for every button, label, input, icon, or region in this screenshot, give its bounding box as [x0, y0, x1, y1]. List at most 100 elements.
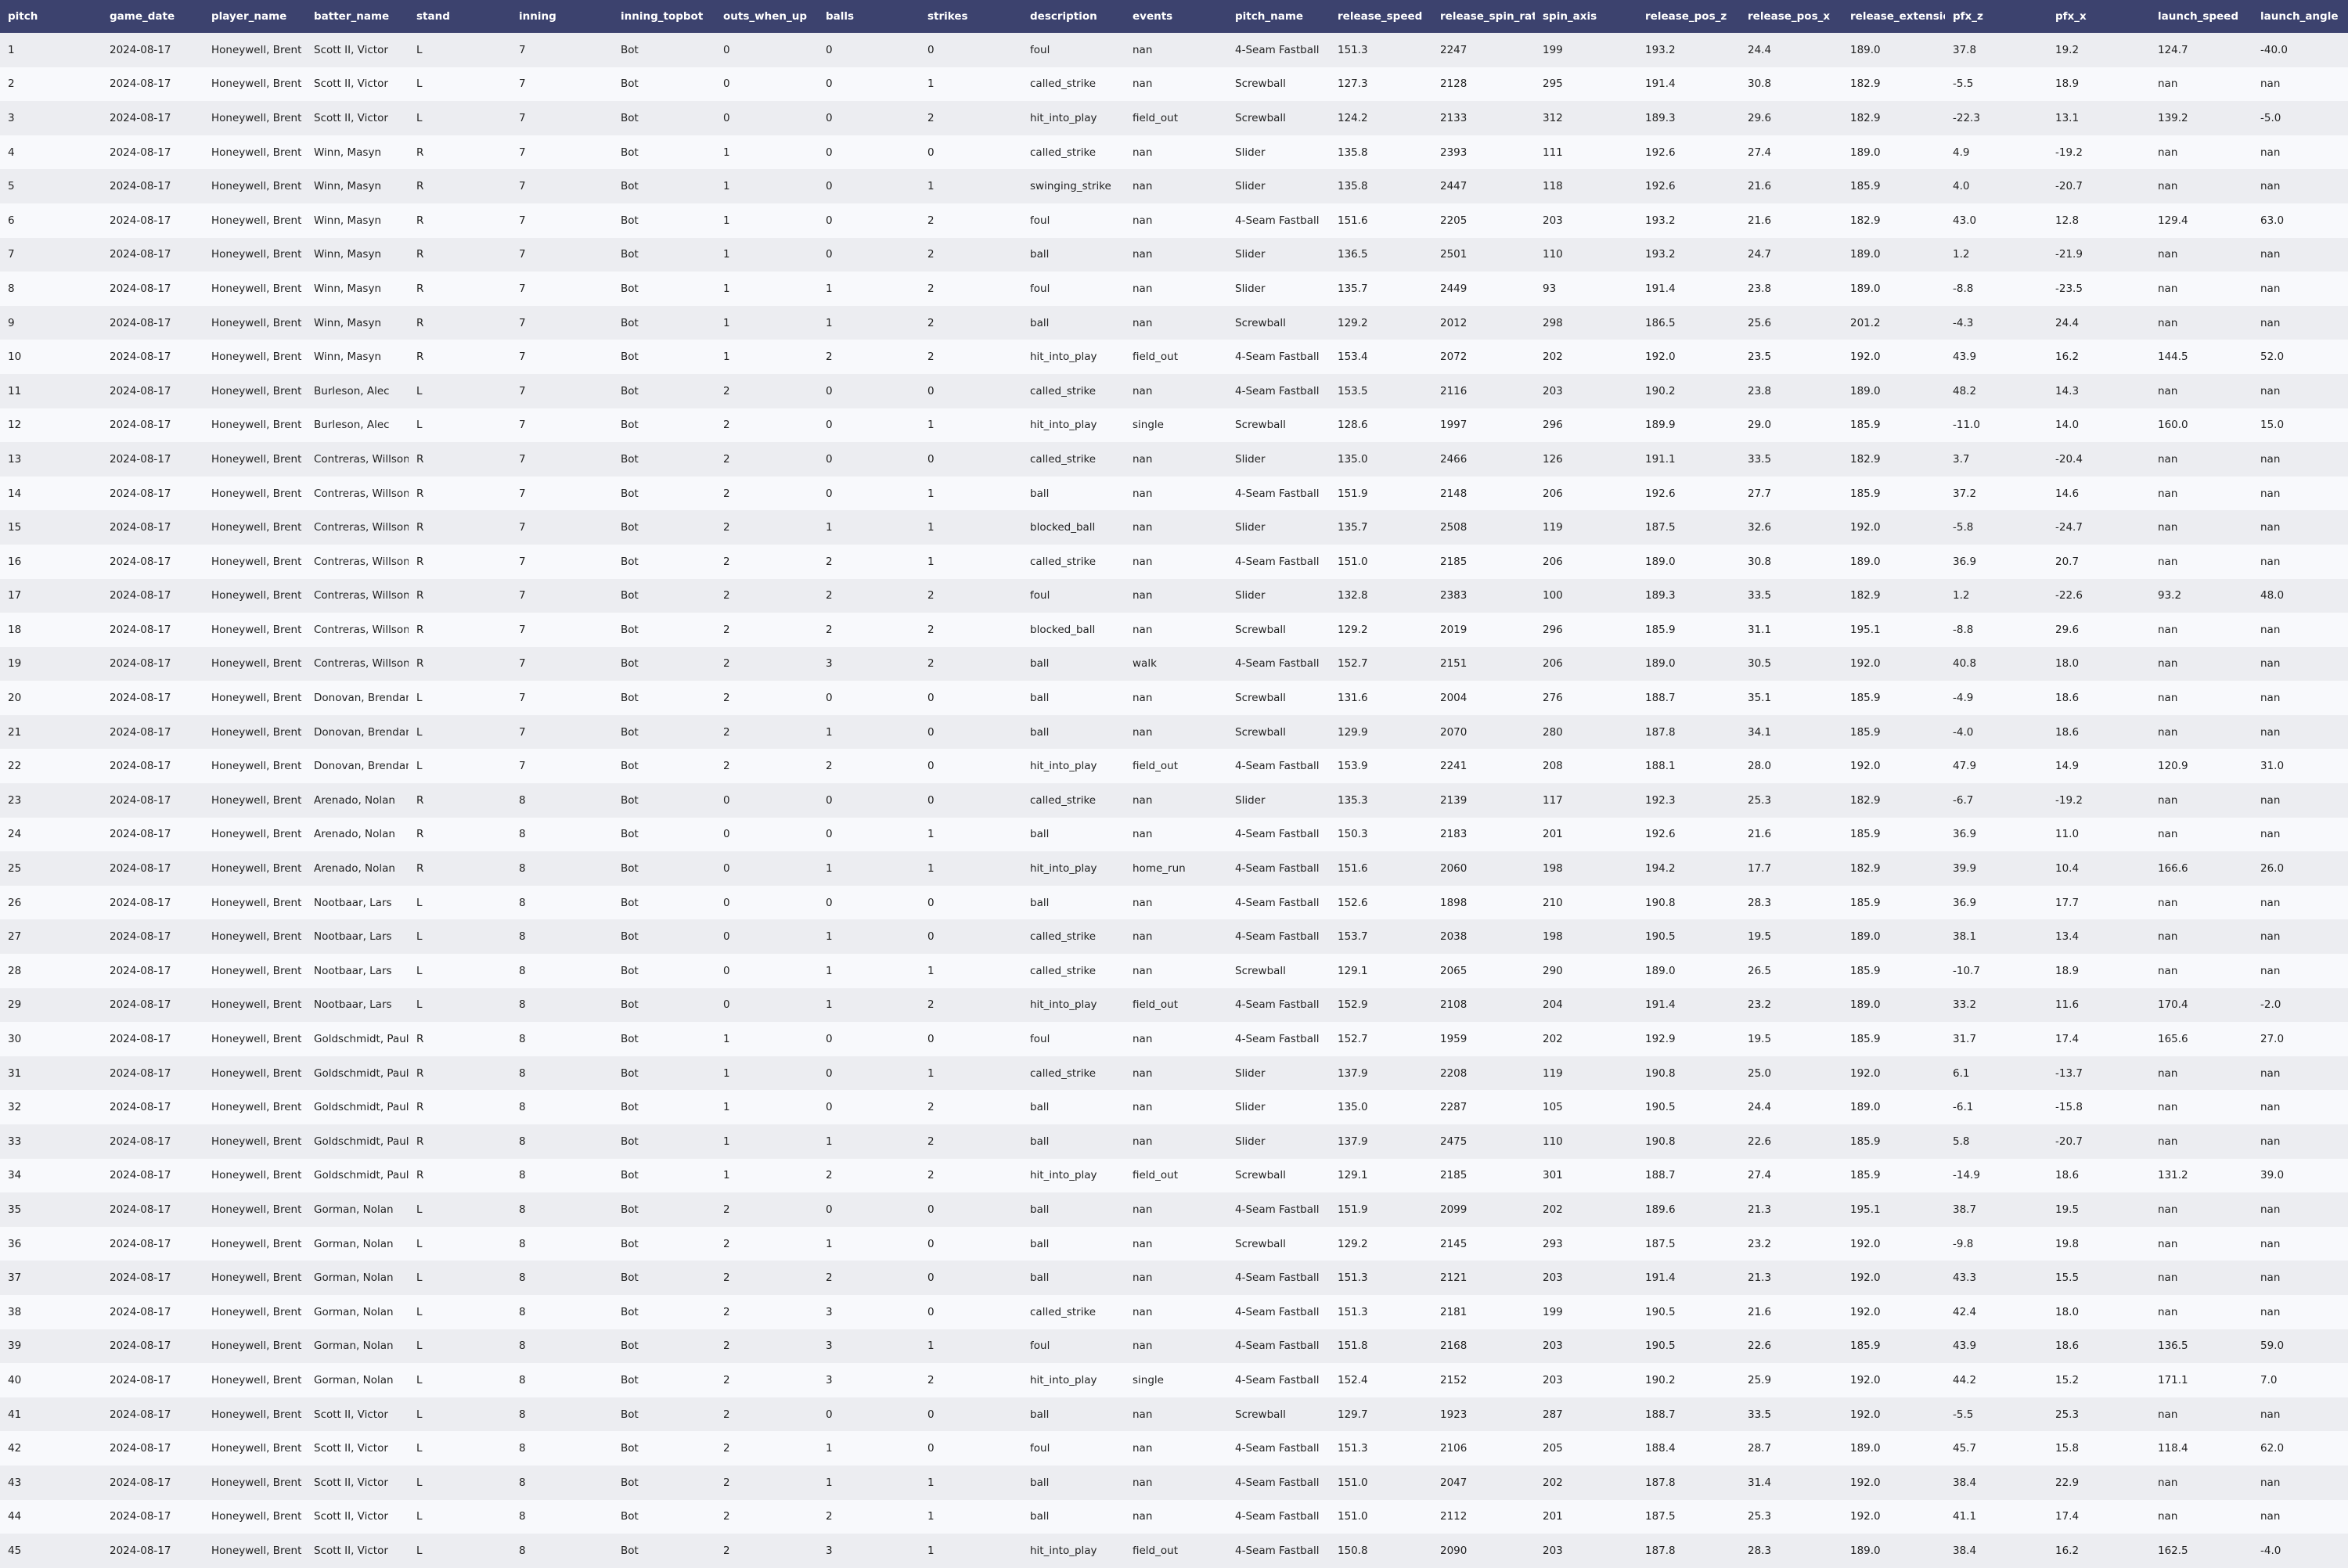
table-row[interactable]: 44 2024-08-17 Honeywell, Brent Scott II, Vi…	[0, 1499, 2348, 1534]
column-header-pitch-name[interactable]: pitch_name	[1227, 0, 1330, 33]
column-header-player-name[interactable]: player_name	[203, 0, 306, 33]
column-header-pfx-z[interactable]: pfx_z	[1945, 0, 2047, 33]
cell-launch-angle: 26.0	[2260, 862, 2285, 876]
column-header-launch-speed[interactable]: launch_speed	[2150, 0, 2253, 33]
table-row[interactable]: 3 2024-08-17 Honeywell, Brent Scott II, Vic…	[0, 101, 2348, 135]
cell-release-spin-rate: 2112	[1440, 1510, 1468, 1523]
cell-launch-speed: nan	[2158, 555, 2178, 568]
column-header-pfx-x[interactable]: pfx_x	[2047, 0, 2150, 33]
table-row[interactable]: 30 2024-08-17 Honeywell, Brent Goldschmidt,…	[0, 1022, 2348, 1056]
cell-launch-speed: nan	[2158, 1510, 2178, 1523]
table-row[interactable]: 41 2024-08-17 Honeywell, Brent Scott II, Vi…	[0, 1397, 2348, 1432]
column-header-release-pos-x[interactable]: release_pos_x	[1740, 0, 1842, 33]
column-header-spin-axis[interactable]: spin_axis	[1535, 0, 1637, 33]
column-header-release-extension[interactable]: release_extension	[1842, 0, 1945, 33]
table-row[interactable]: 11 2024-08-17 Honeywell, Brent Burleson, Al…	[0, 373, 2348, 408]
table-row[interactable]: 45 2024-08-17 Honeywell, Brent Scott II, Vi…	[0, 1534, 2348, 1568]
table-row[interactable]: 24 2024-08-17 Honeywell, Brent Arenado, Nol…	[0, 817, 2348, 852]
cell-inning-topbot: Bot	[621, 351, 639, 364]
table-row[interactable]: 31 2024-08-17 Honeywell, Brent Goldschmidt,…	[0, 1056, 2348, 1091]
table-row[interactable]: 12 2024-08-17 Honeywell, Brent Burleson, Al…	[0, 408, 2348, 443]
table-row[interactable]: 23 2024-08-17 Honeywell, Brent Arenado, Nol…	[0, 783, 2348, 818]
table-row[interactable]: 38 2024-08-17 Honeywell, Brent Gorman, Nola…	[0, 1294, 2348, 1329]
table-row[interactable]: 25 2024-08-17 Honeywell, Brent Arenado, Nol…	[0, 851, 2348, 886]
column-header-stand[interactable]: stand	[409, 0, 511, 33]
table-row[interactable]: 9 2024-08-17 Honeywell, Brent Winn, Masyn R 7…	[0, 305, 2348, 340]
table-row[interactable]: 26 2024-08-17 Honeywell, Brent Nootbaar, La…	[0, 885, 2348, 920]
cell-batter-name: Arenado, Nolan	[314, 862, 395, 876]
cell-spin-axis: 298	[1543, 316, 1563, 329]
cell-inning-topbot: Bot	[621, 1373, 639, 1386]
cell-player-name: Honeywell, Brent	[211, 77, 302, 91]
cell-launch-speed: nan	[2158, 248, 2178, 261]
cell-inning: 7	[519, 351, 526, 364]
column-header-batter-name[interactable]: batter_name	[306, 0, 409, 33]
cell-spin-axis: 296	[1543, 623, 1563, 636]
cell-inning: 7	[519, 589, 526, 602]
table-row[interactable]: 43 2024-08-17 Honeywell, Brent Scott II, Vi…	[0, 1465, 2348, 1500]
column-header-release-speed[interactable]: release_speed	[1330, 0, 1432, 33]
table-row[interactable]: 40 2024-08-17 Honeywell, Brent Gorman, Nola…	[0, 1363, 2348, 1397]
column-header-release-pos-z[interactable]: release_pos_z	[1637, 0, 1740, 33]
table-row[interactable]: 42 2024-08-17 Honeywell, Brent Scott II, Vi…	[0, 1431, 2348, 1466]
table-row[interactable]: 13 2024-08-17 Honeywell, Brent Contreras, W…	[0, 442, 2348, 477]
cell-launch-speed: 144.5	[2158, 351, 2188, 364]
table-row[interactable]: 5 2024-08-17 Honeywell, Brent Winn, Masyn R 7…	[0, 169, 2348, 203]
table-row[interactable]: 39 2024-08-17 Honeywell, Brent Gorman, Nola…	[0, 1329, 2348, 1364]
table-row[interactable]: 8 2024-08-17 Honeywell, Brent Winn, Masyn R 7…	[0, 272, 2348, 306]
table-row[interactable]: 33 2024-08-17 Honeywell, Brent Goldschmidt,…	[0, 1124, 2348, 1159]
table-row[interactable]: 37 2024-08-17 Honeywell, Brent Gorman, Nola…	[0, 1261, 2348, 1295]
column-header-pitch[interactable]: pitch	[0, 0, 102, 33]
cell-pitch-name: 4-Seam Fastball	[1235, 1373, 1320, 1386]
table-row[interactable]: 35 2024-08-17 Honeywell, Brent Gorman, Nola…	[0, 1192, 2348, 1227]
cell-launch-speed: nan	[2158, 657, 2178, 671]
table-row[interactable]: 4 2024-08-17 Honeywell, Brent Winn, Masyn R 7…	[0, 135, 2348, 170]
table-row[interactable]: 28 2024-08-17 Honeywell, Brent Nootbaar, La…	[0, 954, 2348, 988]
table-row[interactable]: 6 2024-08-17 Honeywell, Brent Winn, Masyn R 7…	[0, 203, 2348, 238]
table-row[interactable]: 2 2024-08-17 Honeywell, Brent Scott II, Vic…	[0, 67, 2348, 102]
table-row[interactable]: 16 2024-08-17 Honeywell, Brent Contreras, W…	[0, 544, 2348, 579]
table-row[interactable]: 14 2024-08-17 Honeywell, Brent Contreras, W…	[0, 476, 2348, 511]
table-row[interactable]: 27 2024-08-17 Honeywell, Brent Nootbaar, La…	[0, 919, 2348, 955]
cell-strikes: 2	[927, 623, 935, 636]
table-row[interactable]: 20 2024-08-17 Honeywell, Brent Donovan, Bre…	[0, 681, 2348, 715]
table-row[interactable]: 10 2024-08-17 Honeywell, Brent Winn, Masyn R…	[0, 340, 2348, 374]
table-row[interactable]: 18 2024-08-17 Honeywell, Brent Contreras, W…	[0, 613, 2348, 647]
cell-description: swinging_strike	[1030, 180, 1111, 193]
cell-spin-axis: 202	[1543, 1476, 1563, 1489]
table-row[interactable]: 15 2024-08-17 Honeywell, Brent Contreras, W…	[0, 510, 2348, 545]
cell-release-pos-z: 192.6	[1645, 146, 1676, 159]
table-row[interactable]: 17 2024-08-17 Honeywell, Brent Contreras, W…	[0, 578, 2348, 613]
column-header-release-spin-rate[interactable]: release_spin_rate	[1432, 0, 1535, 33]
table-row[interactable]: 32 2024-08-17 Honeywell, Brent Goldschmidt,…	[0, 1090, 2348, 1124]
column-header-events[interactable]: events	[1125, 0, 1227, 33]
column-header-inning-topbot[interactable]: inning_topbot	[613, 0, 715, 33]
table-row[interactable]: 36 2024-08-17 Honeywell, Brent Gorman, Nola…	[0, 1226, 2348, 1261]
table-row[interactable]: 1 2024-08-17 Honeywell, Brent Scott II, Vic…	[0, 33, 2348, 67]
cell-release-spin-rate: 2148	[1440, 487, 1468, 500]
table-row[interactable]: 34 2024-08-17 Honeywell, Brent Goldschmidt,…	[0, 1158, 2348, 1193]
table-row[interactable]: 19 2024-08-17 Honeywell, Brent Contreras, W…	[0, 646, 2348, 682]
column-header-inning[interactable]: inning	[511, 0, 613, 33]
cell-inning: 8	[519, 1135, 526, 1148]
column-header-outs-when-up[interactable]: outs_when_up	[715, 0, 818, 33]
cell-pitch: 6	[8, 214, 15, 227]
column-header-description[interactable]: description	[1022, 0, 1125, 33]
column-header-balls[interactable]: balls	[818, 0, 920, 33]
cell-release-pos-z: 190.8	[1645, 896, 1676, 909]
table-row[interactable]: 29 2024-08-17 Honeywell, Brent Nootbaar, La…	[0, 987, 2348, 1023]
column-header-strikes[interactable]: strikes	[920, 0, 1022, 33]
cell-release-extension: 192.0	[1850, 1066, 1881, 1080]
cell-spin-axis: 290	[1543, 964, 1563, 977]
column-header-game-date[interactable]: game_date	[102, 0, 203, 33]
cell-release-speed: 135.0	[1338, 452, 1368, 466]
cell-release-pos-z: 187.5	[1645, 1237, 1676, 1250]
cell-pitch-name: 4-Seam Fastball	[1235, 1305, 1320, 1318]
column-header-launch-angle[interactable]: launch_angle	[2253, 0, 2348, 33]
cell-pfx-x: 18.0	[2055, 657, 2080, 671]
table-row[interactable]: 22 2024-08-17 Honeywell, Brent Donovan, Bre…	[0, 749, 2348, 784]
cell-events: nan	[1133, 623, 1153, 636]
cell-description: blocked_ball	[1030, 521, 1096, 534]
table-row[interactable]: 21 2024-08-17 Honeywell, Brent Donovan, Bre…	[0, 714, 2348, 750]
table-row[interactable]: 7 2024-08-17 Honeywell, Brent Winn, Masyn R 7…	[0, 237, 2348, 272]
